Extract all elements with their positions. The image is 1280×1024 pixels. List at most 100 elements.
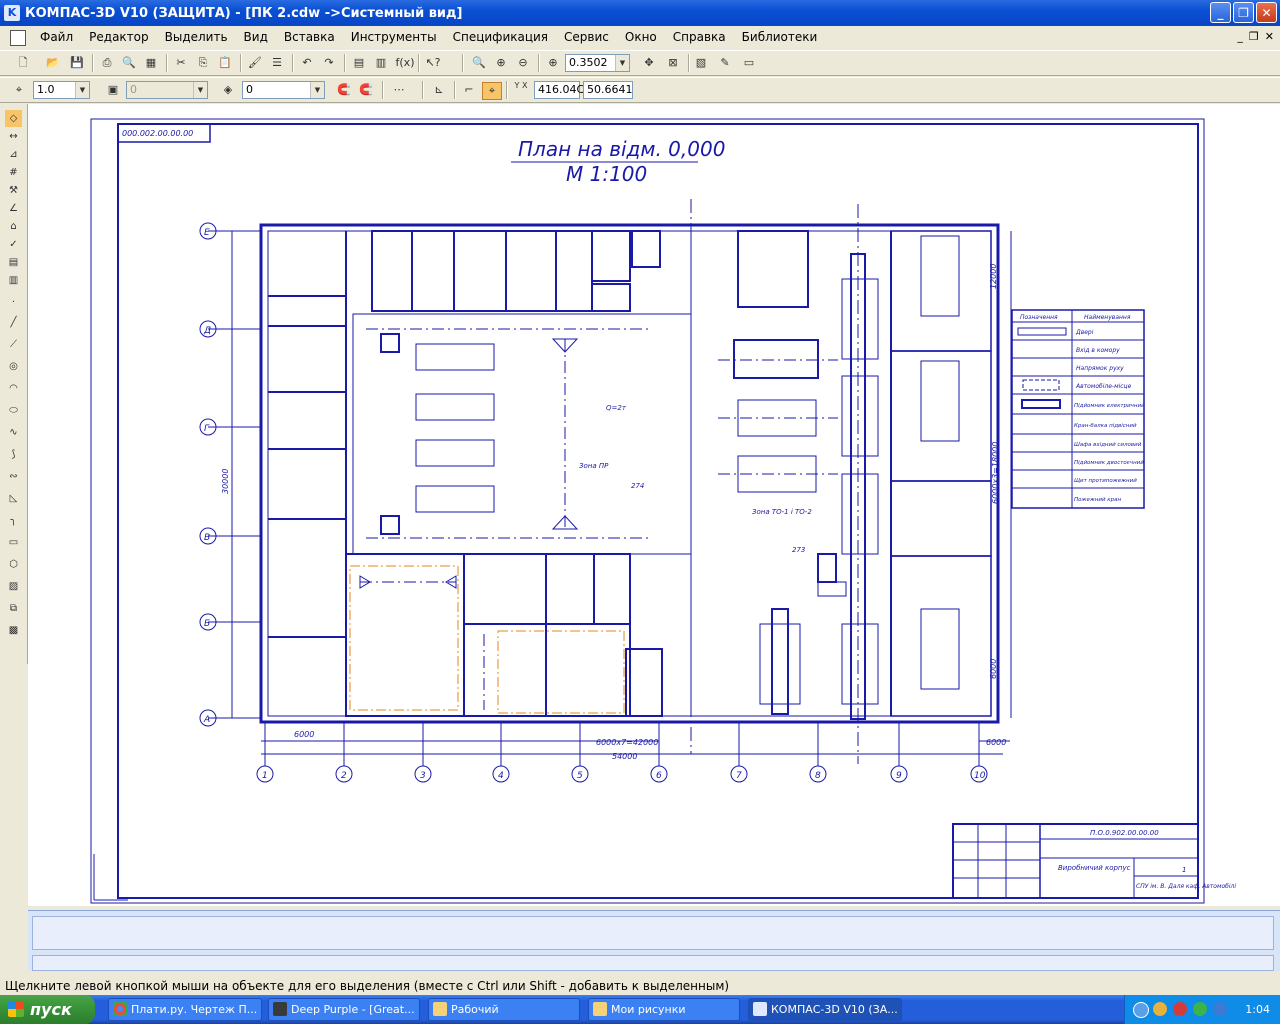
menu-select[interactable]: Выделить	[157, 27, 236, 48]
menu-insert[interactable]: Вставка	[276, 27, 343, 48]
zoom-scale-icon[interactable]: ⊕	[544, 55, 562, 71]
circle-tool-icon[interactable]: ◎	[5, 358, 22, 375]
coord-x-field[interactable]: 416.04C	[534, 81, 584, 99]
line-scale-field[interactable]: 1.0 ▼	[33, 81, 90, 99]
geometry-tool-icon[interactable]: ◇	[5, 110, 22, 127]
start-button[interactable]: пуск	[0, 995, 95, 1024]
equidistant-tool-icon[interactable]: ⧉	[5, 600, 22, 617]
symbols-tool-icon[interactable]: ⊿	[5, 146, 22, 163]
undo-icon[interactable]: ↶	[298, 55, 316, 71]
task-button-player[interactable]: Deep Purple - [Great...	[268, 998, 420, 1021]
menu-view[interactable]: Вид	[236, 27, 276, 48]
menu-specification[interactable]: Спецификация	[445, 27, 556, 48]
reports-tool-icon[interactable]: ▤	[5, 254, 22, 271]
document-icon[interactable]	[10, 29, 26, 46]
pan-icon[interactable]: ✥	[640, 55, 658, 71]
library-icon[interactable]: ▥	[372, 55, 390, 71]
ortho-icon[interactable]: ⌐	[460, 82, 478, 98]
round-icon[interactable]: ⌖	[482, 82, 502, 100]
snap-local-icon[interactable]: 🧲	[357, 82, 375, 98]
chevron-down-icon[interactable]: ▼	[615, 55, 629, 71]
manager-icon[interactable]: ▤	[350, 55, 368, 71]
menu-service[interactable]: Сервис	[556, 27, 617, 48]
zoom-window-icon[interactable]: 🔍	[470, 55, 488, 71]
maximize-button[interactable]: ❐	[1233, 2, 1254, 23]
new-file-icon[interactable]: 🗋	[14, 55, 32, 71]
layer-field[interactable]: 0 ▼	[242, 81, 325, 99]
paste-icon[interactable]: 📋	[216, 55, 234, 71]
segment-tool-icon[interactable]: ⟋	[5, 336, 22, 353]
point-tool-icon[interactable]: ·	[5, 294, 22, 311]
layers-icon[interactable]: ◈	[219, 82, 237, 98]
bezier-tool-icon[interactable]: ∾	[5, 468, 22, 485]
menu-file[interactable]: Файл	[32, 27, 81, 48]
tray-update-icon[interactable]	[1213, 1002, 1227, 1016]
copy-icon[interactable]: ⎘	[194, 55, 212, 71]
layout-icon[interactable]: ▭	[740, 55, 758, 71]
arc-tool-icon[interactable]: ◠	[5, 380, 22, 397]
tray-network-icon[interactable]	[1153, 1002, 1167, 1016]
mdi-minimize-button[interactable]: _	[1237, 30, 1243, 43]
kompas-app-icon[interactable]: K	[4, 5, 20, 21]
tray-antivirus-icon[interactable]	[1173, 1002, 1187, 1016]
menu-tools[interactable]: Инструменты	[343, 27, 445, 48]
list-icon[interactable]: ☰	[268, 55, 286, 71]
redo-icon[interactable]: ↷	[320, 55, 338, 71]
format-painter-icon[interactable]: 🖌	[246, 55, 264, 71]
spline-tool-icon[interactable]: ∿	[5, 424, 22, 441]
grid-icon[interactable]: ⋯	[390, 82, 408, 98]
properties-icon[interactable]: ▦	[142, 55, 160, 71]
clock[interactable]: 1:04	[1245, 995, 1270, 1024]
mdi-close-button[interactable]: ✕	[1265, 30, 1274, 43]
close-button[interactable]: ✕	[1256, 2, 1277, 23]
spec-tool-icon[interactable]: ✓	[5, 236, 22, 253]
task-button-kompas[interactable]: КОМПАС-3D V10 (ЗА...	[748, 998, 902, 1021]
menu-help[interactable]: Справка	[665, 27, 734, 48]
refresh-icon[interactable]: ▧	[692, 55, 710, 71]
property-panel-area[interactable]	[32, 916, 1274, 950]
task-button-browser[interactable]: Плати.ру. Чертеж П...	[108, 998, 262, 1021]
save-icon[interactable]: 💾	[68, 55, 86, 71]
parametrize-tool-icon[interactable]: ⚒	[5, 182, 22, 199]
state-view-icon[interactable]: ▣	[104, 82, 122, 98]
auxline-tool-icon[interactable]: ╱	[5, 314, 22, 331]
hatch-tool-icon[interactable]: ▨	[5, 578, 22, 595]
cut-icon[interactable]: ✂	[172, 55, 190, 71]
edit-tool-icon[interactable]: #	[5, 164, 22, 181]
ellipse-tool-icon[interactable]: ⬭	[5, 402, 22, 419]
fill-tool-icon[interactable]: ▩	[5, 622, 22, 639]
print-preview-icon[interactable]: 🔍	[120, 55, 138, 71]
mdi-restore-button[interactable]: ❐	[1249, 30, 1259, 43]
chevron-down-icon[interactable]: ▼	[75, 82, 89, 98]
measure-tool-icon[interactable]: ∠	[5, 200, 22, 217]
zoom-field[interactable]: 0.3502 ▼	[565, 54, 630, 72]
menu-libraries[interactable]: Библиотеки	[734, 27, 826, 48]
insert-tool-icon[interactable]: ▥	[5, 272, 22, 289]
rectangle-tool-icon[interactable]: ▭	[5, 534, 22, 551]
show-all-icon[interactable]: ⊠	[664, 55, 682, 71]
task-button-pictures[interactable]: Мои рисунки	[588, 998, 740, 1021]
property-panel-tabs[interactable]	[32, 955, 1274, 971]
coord-y-field[interactable]: 50.6641	[583, 81, 633, 99]
local-cs-icon[interactable]: ⊾	[430, 82, 448, 98]
dimensions-tool-icon[interactable]: ↔	[5, 128, 22, 145]
select-tool-icon[interactable]: ⌂	[5, 218, 22, 235]
function-icon[interactable]: f(x)	[394, 55, 416, 71]
menu-window[interactable]: Окно	[617, 27, 665, 48]
chevron-down-icon[interactable]: ▼	[310, 82, 324, 98]
zoom-out-icon[interactable]: ⊖	[514, 55, 532, 71]
help-cursor-icon[interactable]: ↖?	[424, 55, 442, 71]
measure-icon[interactable]: ✎	[716, 55, 734, 71]
polyline-tool-icon[interactable]: ⟆	[5, 446, 22, 463]
chamfer-tool-icon[interactable]: ◺	[5, 490, 22, 507]
zoom-in-icon[interactable]: ⊕	[492, 55, 510, 71]
fillet-tool-icon[interactable]: ╮	[5, 512, 22, 529]
tray-whatsapp-icon[interactable]	[1193, 1002, 1207, 1016]
open-file-icon[interactable]: 📂	[44, 55, 62, 71]
task-button-desktop-folder[interactable]: Рабочий	[428, 998, 580, 1021]
snap-icon[interactable]: 🧲	[335, 82, 353, 98]
menu-editor[interactable]: Редактор	[81, 27, 156, 48]
cursor-step-icon[interactable]: ⌖	[10, 82, 28, 98]
tray-arrow-icon[interactable]	[1133, 1002, 1149, 1018]
minimize-button[interactable]: _	[1210, 2, 1231, 23]
